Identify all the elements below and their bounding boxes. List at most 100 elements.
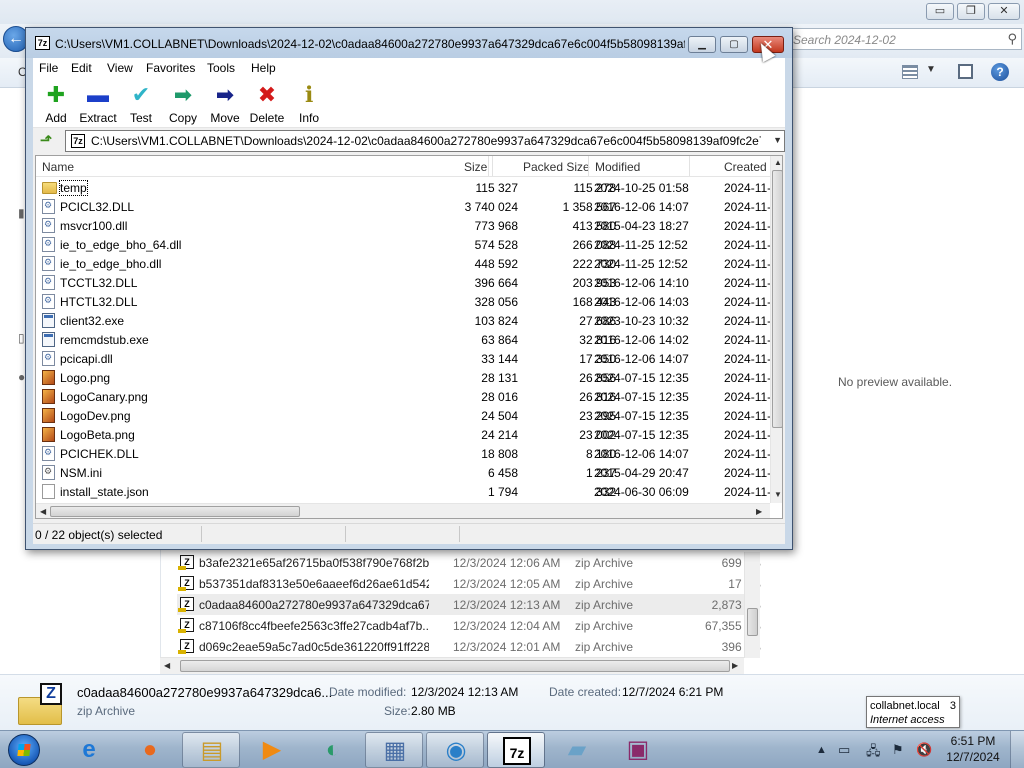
7zip-minimize-button[interactable]: ▁ xyxy=(688,36,716,53)
taskbar-explorer[interactable]: ▤ xyxy=(182,732,240,768)
archive-row[interactable]: PCICL32.DLL3 740 0241 358 5672016-12-06 … xyxy=(36,197,782,216)
menu-tools[interactable]: Tools xyxy=(207,61,235,75)
delete-button[interactable]: ✖ Delete xyxy=(245,80,289,126)
archive-row[interactable]: pcicapi.dll33 14417 3502016-12-06 14:072… xyxy=(36,349,782,368)
search-icon[interactable]: ⚲ xyxy=(1007,31,1017,47)
7zip-title-bar[interactable]: 7z C:\Users\VM1.COLLABNET\Downloads\2024… xyxy=(26,28,792,58)
explorer-file-row[interactable]: Zc0adaa84600a272780e9937a647329dca67... 1… xyxy=(177,594,761,615)
column-size[interactable]: Size xyxy=(464,160,487,174)
chevron-down-icon[interactable]: ▼ xyxy=(773,135,782,145)
preview-pane-icon[interactable] xyxy=(958,64,973,79)
column-created[interactable]: Created xyxy=(724,160,767,174)
scroll-left-icon[interactable]: ◀ xyxy=(164,661,170,670)
7zip-vertical-scroll-thumb[interactable] xyxy=(772,170,782,428)
explorer-file-row[interactable]: Zb537351daf8313e50e6aaeef6d26ae61d542...… xyxy=(177,573,761,594)
explorer-maximize-button[interactable]: ❐ xyxy=(957,3,985,20)
network-tooltip: collabnet.local 3 Internet access xyxy=(866,696,960,728)
archive-row[interactable]: TCCTL32.DLL396 664203 9532016-12-06 14:1… xyxy=(36,273,782,292)
move-button[interactable]: ➡ Move xyxy=(203,80,247,126)
info-button[interactable]: ℹ Info xyxy=(287,80,331,126)
show-hidden-icons-icon[interactable]: ▲ xyxy=(816,744,827,756)
show-desktop-button[interactable] xyxy=(1010,731,1024,768)
7zip-horizontal-scrollbar[interactable]: ◀ ▶ xyxy=(36,503,770,518)
7zip-path-text[interactable]: C:\Users\VM1.COLLABNET\Downloads\2024-12… xyxy=(91,134,761,148)
7zip-maximize-button[interactable]: ▢ xyxy=(720,36,748,53)
copy-button[interactable]: ➡ Copy xyxy=(161,80,205,126)
toolbar-label: Extract xyxy=(79,111,117,125)
explorer-file-row[interactable]: Zd069c2eae59a5c7ad0c5de361220ff91ff228..… xyxy=(177,636,761,657)
menu-view[interactable]: View xyxy=(107,61,133,75)
explorer-close-button[interactable]: ✕ xyxy=(988,3,1020,20)
taskbar-notepad-app[interactable]: ▰ xyxy=(548,732,606,768)
archive-row[interactable]: install_state.json 1 794 332 2024-06-30 06:… xyxy=(36,482,782,501)
scroll-down-icon[interactable]: ▼ xyxy=(774,490,782,499)
taskbar-search-app[interactable]: ◉ xyxy=(426,732,484,768)
flag-icon[interactable]: ⚑ xyxy=(892,742,904,758)
scroll-left-icon[interactable]: ◀ xyxy=(40,507,46,516)
7zip-vertical-scrollbar[interactable]: ▲ ▼ xyxy=(770,156,782,503)
archive-row[interactable]: LogoBeta.png 24 214 23 002 2024-07-15 12:35… xyxy=(36,425,782,444)
dll-file-icon xyxy=(42,237,55,252)
help-icon[interactable]: ? xyxy=(991,63,1009,81)
explorer-minimize-button[interactable]: ▭ xyxy=(926,3,954,20)
search-placeholder: Search 2024-12-02 xyxy=(793,33,896,47)
folder-up-icon[interactable]: ⬏ xyxy=(37,132,55,150)
archive-row[interactable]: ie_to_edge_bho.dll448 592222 7302024-11-… xyxy=(36,254,782,273)
column-name[interactable]: Name xyxy=(42,160,74,174)
nav-item-icon[interactable]: ▯ xyxy=(18,331,25,345)
archive-row[interactable]: LogoDev.png 24 504 23 295 2024-07-15 12:35 2… xyxy=(36,406,782,425)
archive-item-size: 24 214 xyxy=(481,428,518,442)
archive-row[interactable]: LogoCanary.png 28 016 26 816 2024-07-15 12:… xyxy=(36,387,782,406)
menu-edit[interactable]: Edit xyxy=(71,61,92,75)
taskbar-winrar[interactable]: ▣ xyxy=(609,732,667,768)
start-button[interactable] xyxy=(2,732,48,768)
scroll-right-icon[interactable]: ▶ xyxy=(732,661,738,670)
network-icon[interactable]: 🖧 xyxy=(866,742,881,764)
change-view-icon[interactable] xyxy=(902,65,918,79)
action-center-icon[interactable]: ▭ xyxy=(838,742,850,758)
archive-row[interactable]: ie_to_edge_bho_64.dll574 528266 0882024-… xyxy=(36,235,782,254)
menu-favorites[interactable]: Favorites xyxy=(146,61,195,75)
7zip-horizontal-scroll-thumb[interactable] xyxy=(50,506,300,517)
archive-item-name: LogoBeta.png xyxy=(60,428,135,442)
archive-row[interactable]: client32.exe 103 824 27 686 2023-10-23 10:3… xyxy=(36,311,782,330)
taskbar-ie[interactable]: e xyxy=(60,732,118,768)
clock-time[interactable]: 6:51 PM xyxy=(948,734,998,748)
scroll-right-icon[interactable]: ▶ xyxy=(756,507,762,516)
extract-button[interactable]: ▬ Extract xyxy=(76,80,120,126)
archive-row[interactable]: HTCTL32.DLL328 056168 4432016-12-06 14:0… xyxy=(36,292,782,311)
taskbar-installer[interactable]: ▦ xyxy=(365,732,423,768)
archive-row[interactable]: temp 115 327 115 278 2024-10-25 01:58 2024-1… xyxy=(36,178,782,197)
search-input[interactable]: Search 2024-12-02 ⚲ xyxy=(786,28,1022,50)
archive-row[interactable]: PCICHEK.DLL18 8088 1802016-12-06 14:0720… xyxy=(36,444,782,463)
explorer-horizontal-scroll-thumb[interactable] xyxy=(180,660,730,672)
clock-date[interactable]: 12/7/2024 xyxy=(944,750,1002,764)
7zip-path-combobox[interactable]: 7z C:\Users\VM1.COLLABNET\Downloads\2024… xyxy=(65,130,785,152)
explorer-vertical-scrollbar[interactable] xyxy=(744,552,760,658)
chevron-down-icon[interactable]: ▼ xyxy=(926,64,936,75)
selection-status: 0 / 22 object(s) selected xyxy=(35,528,163,542)
scroll-up-icon[interactable]: ▲ xyxy=(774,158,782,167)
taskbar-7zip[interactable]: 7z xyxy=(487,732,545,768)
explorer-file-row[interactable]: Zc87106f8cc4fbeefe2563c3ffe27cadb4af7b..… xyxy=(177,615,761,636)
menu-file[interactable]: File xyxy=(39,61,58,75)
add-button[interactable]: ✚ Add xyxy=(34,80,78,126)
test-button[interactable]: ✔ Test xyxy=(119,80,163,126)
menu-help[interactable]: Help xyxy=(251,61,276,75)
archive-item-name: Logo.png xyxy=(60,371,111,385)
size-label: Size: xyxy=(384,704,411,718)
archive-row[interactable]: NSM.ini6 4581 2372015-04-29 20:472024-11… xyxy=(36,463,782,482)
archive-row[interactable]: remcmdstub.exe 63 864 32 816 2016-12-06 14:… xyxy=(36,330,782,349)
explorer-vertical-scroll-thumb[interactable] xyxy=(747,608,758,636)
taskbar-media-player[interactable]: ▶ xyxy=(243,732,301,768)
explorer-file-row[interactable]: Zb3afe2321e65af26715ba0f538f790e768f2b..… xyxy=(177,552,761,573)
column-modified[interactable]: Modified xyxy=(595,160,640,174)
column-packed-size[interactable]: Packed Size xyxy=(523,160,590,174)
volume-muted-icon[interactable]: 🔇 xyxy=(916,742,932,758)
7zip-app-icon[interactable]: 7z xyxy=(35,36,50,50)
nav-folder-icon[interactable]: ▮ xyxy=(18,206,25,220)
archive-row[interactable]: Logo.png 28 131 26 856 2024-07-15 12:35 2024… xyxy=(36,368,782,387)
taskbar-firefox[interactable]: ● xyxy=(121,732,179,768)
taskbar-app-green[interactable]: ◐ xyxy=(304,732,362,768)
archive-row[interactable]: msvcr100.dll773 968413 5802015-04-23 18:… xyxy=(36,216,782,235)
